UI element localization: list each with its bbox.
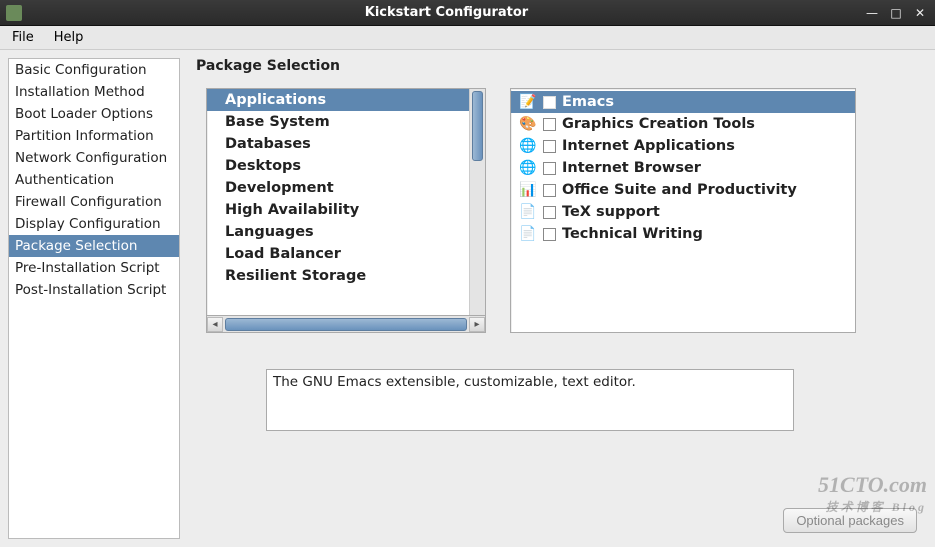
package-label: Office Suite and Productivity [562,182,797,198]
packages-listbox[interactable]: 📝 Emacs 🎨 Graphics Creation Tools 🌐 Inte… [510,88,856,333]
menu-help[interactable]: Help [46,28,92,47]
package-checkbox[interactable] [543,96,556,109]
categories-vscroll-thumb[interactable] [472,91,483,161]
window-title: Kickstart Configurator [30,5,863,20]
package-label: TeX support [562,204,660,220]
minimize-button[interactable]: — [863,6,881,20]
sidebar-item-firewall-configuration[interactable]: Firewall Configuration [9,191,179,213]
categories-hscroll-thumb[interactable] [225,318,467,331]
globe-icon: 🌐 [519,159,537,177]
sidebar-item-basic-configuration[interactable]: Basic Configuration [9,59,179,81]
package-label: Internet Applications [562,138,735,154]
package-office-suite[interactable]: 📊 Office Suite and Productivity [511,179,855,201]
package-tex-support[interactable]: 📄 TeX support [511,201,855,223]
content-area: Basic Configuration Installation Method … [0,50,935,547]
document-icon: 📄 [519,203,537,221]
sidebar: Basic Configuration Installation Method … [8,58,180,539]
category-load-balancer[interactable]: Load Balancer [207,243,469,265]
menubar: File Help [0,26,935,50]
package-checkbox[interactable] [543,162,556,175]
sidebar-item-post-installation-script[interactable]: Post-Installation Script [9,279,179,301]
selection-panels: Applications Base System Databases Deskt… [206,88,927,333]
category-resilient-storage[interactable]: Resilient Storage [207,265,469,287]
package-label: Emacs [562,94,614,110]
main-panel: Package Selection Applications Base Syst… [190,58,927,539]
package-emacs[interactable]: 📝 Emacs [511,91,855,113]
category-base-system[interactable]: Base System [207,111,469,133]
emacs-icon: 📝 [519,93,537,111]
maximize-button[interactable]: □ [887,6,905,20]
scroll-right-icon[interactable]: ▸ [469,317,485,332]
close-button[interactable]: ✕ [911,6,929,20]
app-icon [6,5,22,21]
package-label: Internet Browser [562,160,701,176]
document-icon: 📄 [519,225,537,243]
package-checkbox[interactable] [543,206,556,219]
sidebar-item-installation-method[interactable]: Installation Method [9,81,179,103]
sidebar-item-boot-loader-options[interactable]: Boot Loader Options [9,103,179,125]
sidebar-item-pre-installation-script[interactable]: Pre-Installation Script [9,257,179,279]
sidebar-item-partition-information[interactable]: Partition Information [9,125,179,147]
package-checkbox[interactable] [543,184,556,197]
category-databases[interactable]: Databases [207,133,469,155]
package-description: The GNU Emacs extensible, customizable, … [266,369,794,431]
category-high-availability[interactable]: High Availability [207,199,469,221]
package-technical-writing[interactable]: 📄 Technical Writing [511,223,855,245]
package-checkbox[interactable] [543,118,556,131]
palette-icon: 🎨 [519,115,537,133]
category-desktops[interactable]: Desktops [207,155,469,177]
package-label: Graphics Creation Tools [562,116,755,132]
package-checkbox[interactable] [543,228,556,241]
package-internet-browser[interactable]: 🌐 Internet Browser [511,157,855,179]
categories-hscroll-track[interactable] [223,317,469,332]
categories-hscrollbar[interactable]: ◂ ▸ [206,316,486,333]
categories-panel: Applications Base System Databases Deskt… [206,88,486,333]
menu-file[interactable]: File [4,28,42,47]
scroll-left-icon[interactable]: ◂ [207,317,223,332]
package-checkbox[interactable] [543,140,556,153]
window-buttons: — □ ✕ [863,6,929,20]
office-icon: 📊 [519,181,537,199]
sidebar-item-package-selection[interactable]: Package Selection [9,235,179,257]
package-internet-applications[interactable]: 🌐 Internet Applications [511,135,855,157]
category-applications[interactable]: Applications [207,89,469,111]
sidebar-item-display-configuration[interactable]: Display Configuration [9,213,179,235]
category-development[interactable]: Development [207,177,469,199]
optional-packages-button[interactable]: Optional packages [783,508,917,533]
categories-listbox[interactable]: Applications Base System Databases Deskt… [206,88,486,316]
titlebar: Kickstart Configurator — □ ✕ [0,0,935,26]
categories-vscrollbar[interactable] [469,89,485,315]
package-graphics-creation-tools[interactable]: 🎨 Graphics Creation Tools [511,113,855,135]
sidebar-item-authentication[interactable]: Authentication [9,169,179,191]
globe-icon: 🌐 [519,137,537,155]
category-languages[interactable]: Languages [207,221,469,243]
package-label: Technical Writing [562,226,703,242]
page-title: Package Selection [196,58,927,74]
sidebar-item-network-configuration[interactable]: Network Configuration [9,147,179,169]
